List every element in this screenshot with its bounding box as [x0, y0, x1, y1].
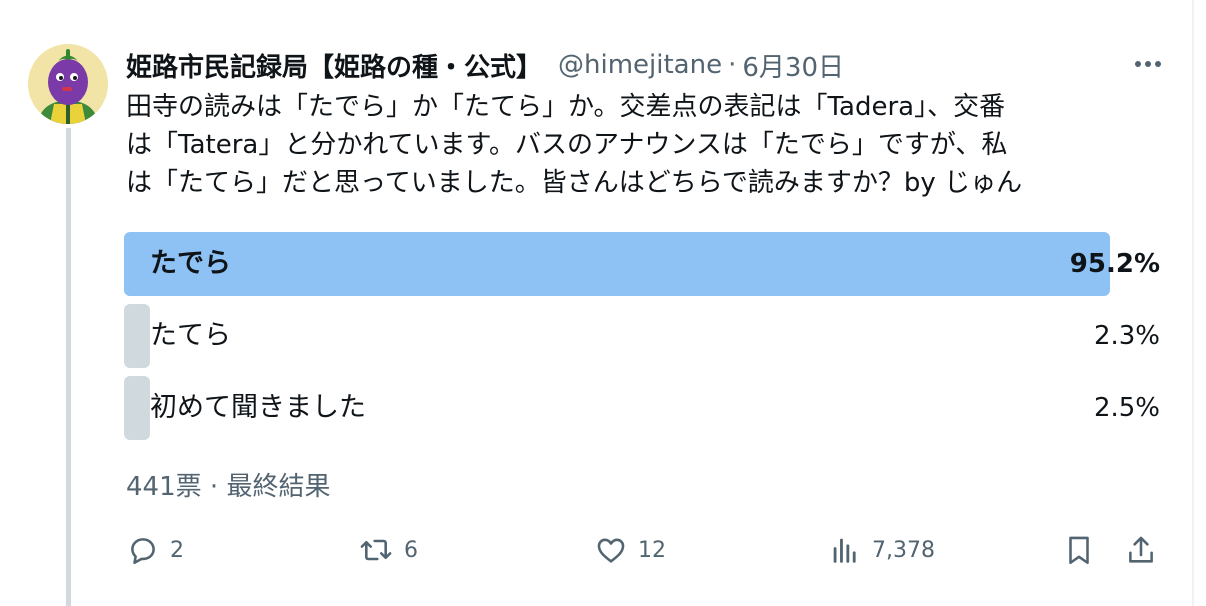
tweet-actions: 2 6 12 7,378: [126, 528, 1166, 572]
tweet-header: 姫路市民記録局【姫路の種・公式】 @himejitane · 6月30日: [126, 43, 1166, 87]
heart-icon: [597, 538, 625, 563]
share-icon: [1129, 536, 1153, 563]
poll-vote-count: 441票: [126, 472, 202, 502]
retweet-count: 6: [404, 537, 418, 563]
poll-status: 最終結果: [226, 472, 331, 502]
reply-button[interactable]: 2: [126, 528, 184, 572]
eggplant-mascot-icon: [28, 44, 108, 124]
poll-result-bar: [124, 304, 150, 368]
poll-option: たてら 2.3%: [124, 304, 1160, 368]
bookmark-button[interactable]: [1062, 528, 1096, 572]
poll-option: たでら 95.2%: [124, 232, 1160, 296]
views-chart-icon: [833, 538, 856, 563]
reply-count: 2: [170, 537, 184, 563]
tweet-text-line: は「たてら」だと思っていました。皆さんはどちらで読みますか？by じゅん: [126, 168, 1023, 198]
like-count: 12: [638, 537, 666, 563]
poll-option-label: 初めて聞きました: [150, 392, 366, 423]
poll-option-percent: 2.5%: [1093, 393, 1160, 423]
avatar[interactable]: [28, 44, 108, 124]
views-button[interactable]: 7,378: [828, 528, 935, 572]
tweet-text: 田寺の読みは「たでら」か「たてら」か。交差点の表記は「Tadera」、交番 は「…: [126, 88, 1166, 202]
bookmark-icon: [1069, 536, 1089, 565]
user-handle[interactable]: @himejitane: [558, 50, 722, 80]
tweet-text-line: は「Tatera」と分かれています。バスのアナウンスは「たでら」ですが、私: [126, 130, 1008, 160]
column-border: [1192, 0, 1194, 606]
header-separator: ·: [728, 50, 737, 80]
views-count: 7,378: [872, 537, 935, 563]
more-options-button[interactable]: [1130, 49, 1166, 79]
poll-option: 初めて聞きました 2.5%: [124, 376, 1160, 440]
poll-meta-separator: ·: [209, 472, 219, 502]
poll-option-label: たでら: [150, 248, 231, 279]
poll-result-bar: [124, 232, 1111, 296]
poll-option-percent: 95.2%: [1069, 249, 1160, 279]
poll-option-percent: 2.3%: [1093, 321, 1160, 351]
share-button[interactable]: [1124, 528, 1158, 572]
poll-result-bar: [124, 376, 150, 440]
display-name[interactable]: 姫路市民記録局【姫路の種・公式】: [126, 47, 542, 84]
more-horizontal-icon: [1135, 61, 1161, 67]
tweet-text-line: 田寺の読みは「たでら」か「たてら」か。交差点の表記は「Tadera」、交番: [126, 92, 1006, 122]
reply-icon: [131, 538, 155, 565]
retweet-icon: [360, 539, 392, 561]
tweet-date[interactable]: 6月30日: [742, 47, 844, 84]
retweet-button[interactable]: 6: [358, 528, 418, 572]
like-button[interactable]: 12: [594, 528, 666, 572]
thread-line: [66, 128, 71, 606]
poll-meta: 441票 · 最終結果: [126, 466, 330, 503]
poll-option-label: たてら: [150, 320, 231, 351]
